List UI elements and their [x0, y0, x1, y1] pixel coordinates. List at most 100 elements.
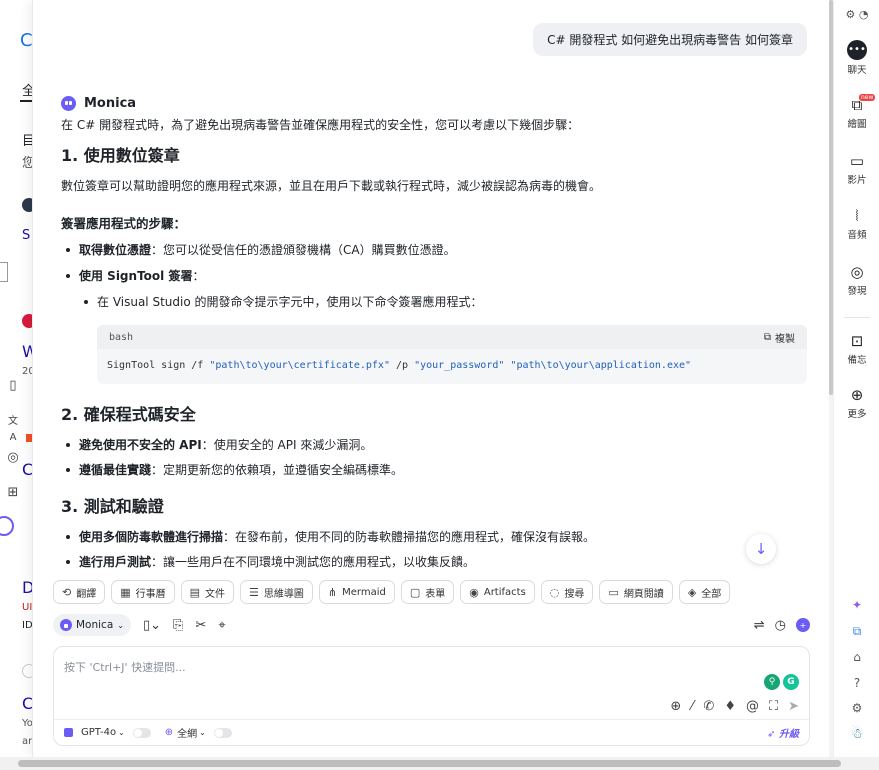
gear-icon[interactable]: ⚙ ◔: [834, 8, 879, 21]
compass-icon: ◎: [850, 263, 864, 281]
sub-bullet-list: 在 Visual Studio 的開發命令提示字元中，使用以下命令簽署應用程式：: [79, 293, 807, 311]
chat-input-box[interactable]: 按下 'Ctrl+J' 快速提問... ⚲ G ⊕ ⁄ ✆ ♦ @ ⛶ ➤ GP…: [53, 646, 810, 746]
monica-launcher-icon[interactable]: [0, 516, 14, 536]
bullet-list: 使用多個防毒軟體進行掃描：在發布前，使用不同的防毒軟體掃描您的應用程式，確保沒有…: [61, 528, 807, 571]
sidebar-item-audio[interactable]: ⦚ 音頻: [834, 207, 879, 241]
assistant-message: Monica 在 C# 開發程式時，為了避免出現病毒警告並確保應用程式的安全性，…: [61, 94, 807, 311]
bg-text: ID: [22, 620, 32, 631]
bg-text: 您: [22, 156, 32, 171]
chat-bubble-icon: ▭: [608, 585, 619, 599]
tool-artifacts[interactable]: ◉ Artifacts: [460, 580, 535, 604]
bg-text: 目: [22, 134, 32, 149]
bg-link[interactable]: W: [22, 342, 32, 361]
grammarly-icon[interactable]: G: [783, 674, 799, 690]
microphone-icon[interactable]: ♦: [724, 699, 736, 714]
bg-link[interactable]: C: [22, 460, 32, 479]
web-search-dropdown[interactable]: 全網: [177, 725, 197, 740]
settings-sliders-icon[interactable]: ⇌: [754, 618, 765, 633]
arrow-down-icon: ↓: [754, 540, 768, 558]
sidebar-item-draw[interactable]: ⧉ new 繪圖: [834, 94, 879, 130]
bg-favicon: [22, 198, 32, 212]
expand-icon[interactable]: ⛶: [769, 699, 778, 714]
search-icon: ◌: [549, 585, 560, 599]
translate-screen-icon[interactable]: ⧉: [834, 624, 879, 639]
grid-icon[interactable]: ⊞: [5, 485, 21, 501]
upload-icon[interactable]: ⊕: [670, 699, 681, 714]
bg-text: 20: [22, 366, 32, 377]
scrollbar-thumb[interactable]: [18, 760, 841, 767]
new-chat-icon[interactable]: +: [796, 618, 810, 632]
book-icon[interactable]: ▯⌄: [143, 618, 161, 633]
user-message-bubble: C# 開發程式 如何避免出現病毒警告 如何簽章: [533, 23, 807, 56]
gift-icon[interactable]: ✦: [834, 598, 879, 612]
book-icon[interactable]: ▯: [5, 378, 21, 394]
tool-mindmap[interactable]: ☰ 思維導圖: [240, 580, 313, 604]
web-search-toggle[interactable]: [213, 727, 232, 738]
list-item: 使用 SignTool 簽署：: [61, 267, 807, 285]
home-icon[interactable]: ⌂: [834, 650, 879, 664]
bullet-list: 避免使用不安全的 API：使用安全的 API 來減少漏洞。 遵循最佳實踐：定期更…: [61, 436, 807, 479]
list-item: 避免使用不安全的 API：使用安全的 API 來減少漏洞。: [61, 436, 807, 454]
sidebar-item-discover[interactable]: ◎ 發現: [834, 263, 879, 297]
settings-icon[interactable]: ⚙: [834, 701, 879, 715]
attachment-icon[interactable]: ⎘: [173, 618, 183, 633]
tool-web-reader[interactable]: ▭ 網頁閱讀: [599, 580, 673, 604]
upgrade-link[interactable]: ➶ 升級: [767, 725, 799, 740]
video-icon: ▭: [849, 152, 865, 170]
flowchart-icon: ⋔: [327, 585, 338, 599]
bulb-icon[interactable]: ⚲: [764, 674, 780, 690]
sidebar-item-more[interactable]: ⊕ 更多: [834, 386, 879, 420]
location-pin-icon[interactable]: ⌖: [218, 618, 225, 633]
section-heading: 3. 測試和驗證: [61, 497, 164, 516]
help-icon[interactable]: ?: [834, 676, 879, 690]
bg-favicon: [22, 664, 32, 678]
model-dropdown[interactable]: GPT-4o: [81, 727, 116, 738]
mention-icon[interactable]: @: [746, 699, 759, 714]
sub-heading: 簽署應用程式的步驟：: [61, 216, 187, 231]
bg-link[interactable]: D: [22, 578, 32, 597]
audio-wave-icon: ⦚: [855, 207, 859, 225]
code-language: bash: [109, 331, 134, 343]
bg-link[interactable]: S: [22, 228, 30, 243]
tool-mermaid[interactable]: ⋔ Mermaid: [318, 580, 395, 604]
history-icon[interactable]: ◷: [775, 618, 786, 633]
tool-translate[interactable]: ⟲ 翻譯: [53, 580, 106, 604]
bg-text: Yo: [22, 718, 32, 729]
app-root: C 全 目 您 S W 20 ▯ 文A ◎ C ⊞ D UI ID C Yo a…: [0, 0, 879, 770]
magic-wand-icon[interactable]: ⁄: [691, 699, 693, 714]
chevron-down-icon: ⌄: [199, 728, 206, 737]
mascot-icon[interactable]: ☃: [834, 726, 879, 742]
assistant-name: Monica: [84, 95, 137, 111]
translate-icon[interactable]: 文A: [5, 414, 21, 443]
right-sidebar: ⚙ ◔ ••• 聊天 ⧉ new 繪圖 ▭ 影片 ⦚ 音頻 ◎ 發現 ⊡ 備忘 …: [833, 0, 879, 757]
model-toggle[interactable]: [132, 727, 151, 738]
sidebar-item-chat[interactable]: ••• 聊天: [834, 40, 879, 76]
gpt-icon: [64, 728, 73, 737]
bot-selector[interactable]: Monica ⌄: [53, 614, 131, 636]
calendar-icon: ▦: [120, 585, 131, 599]
chat-options-row: Monica ⌄ ▯⌄ ⎘ ✂ ⌖ ⇌ ◷ +: [53, 614, 810, 636]
chevron-down-icon: ⌄: [118, 728, 125, 737]
list-item: 進行用戶測試：讓一些用戶在不同環境中測試您的應用程式，以收集反饋。: [61, 553, 807, 571]
list-item: 取得數位憑證：您可以從受信任的憑證頒發機構（CA）購買數位憑證。: [61, 241, 807, 259]
copy-button[interactable]: ⧉ 複製: [764, 330, 795, 345]
sidebar-item-memo[interactable]: ⊡ 備忘: [834, 332, 879, 366]
sidebar-item-video[interactable]: ▭ 影片: [834, 152, 879, 186]
bg-link[interactable]: C: [22, 694, 32, 713]
tool-calendar[interactable]: ▦ 行事曆: [111, 580, 175, 604]
scroll-to-bottom-button[interactable]: ↓: [746, 534, 776, 564]
phone-icon[interactable]: ✆: [703, 699, 714, 714]
bookmark-icon: ⊡: [850, 332, 864, 350]
tool-search[interactable]: ◌ 搜尋: [540, 580, 594, 604]
tool-all[interactable]: ◈ 全部: [678, 580, 731, 604]
bg-tab-underline: [20, 100, 32, 102]
plus-circle-icon: ⊕: [850, 386, 864, 404]
scissors-icon[interactable]: ✂: [195, 618, 206, 633]
send-icon[interactable]: ➤: [788, 699, 799, 714]
podcast-icon[interactable]: ◎: [5, 450, 21, 466]
tool-form[interactable]: ▢ 表單: [400, 580, 455, 604]
code-content: SignTool sign /f "path\to\your\certifica…: [107, 360, 692, 371]
tool-document[interactable]: ▤ 文件: [180, 580, 235, 604]
globe-icon: ⊕: [164, 727, 174, 738]
horizontal-scrollbar[interactable]: [0, 757, 879, 770]
